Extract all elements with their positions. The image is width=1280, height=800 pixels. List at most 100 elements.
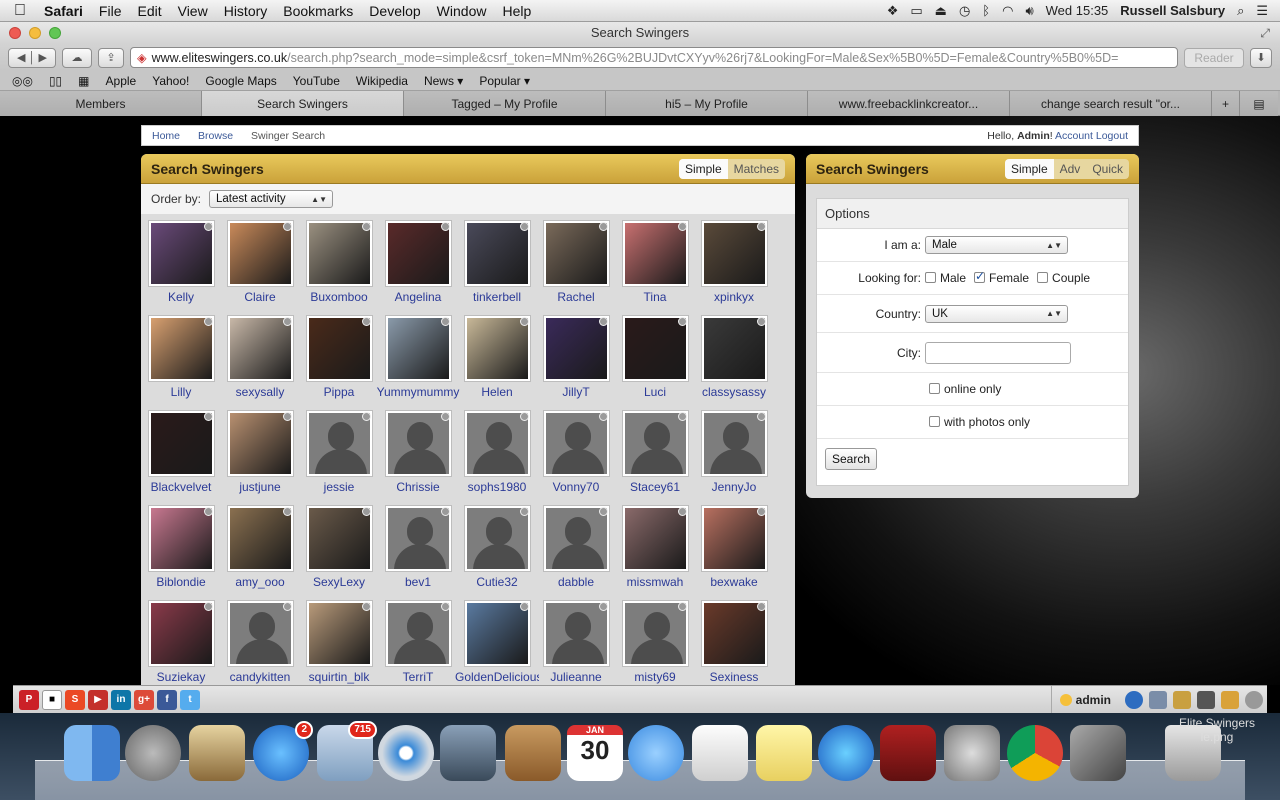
member-card[interactable]: Kelly <box>145 220 215 315</box>
breadcrumb-home[interactable]: Home <box>152 130 198 142</box>
member-username[interactable]: Biblondie <box>141 575 223 589</box>
top-sites-icon[interactable]: ▦ <box>70 74 97 88</box>
zoom-window-icon[interactable] <box>49 27 61 39</box>
member-username[interactable]: jessie <box>297 480 381 494</box>
time-machine-icon[interactable]: ◷ <box>953 3 976 19</box>
member-card[interactable]: Yummymummy <box>377 315 459 410</box>
mail-icon[interactable]: 715 <box>317 721 377 781</box>
bookmark-news[interactable]: News ▾ <box>416 74 471 88</box>
menu-window[interactable]: Window <box>429 3 495 19</box>
bookmark-popular[interactable]: Popular ▾ <box>471 74 538 88</box>
volume-icon[interactable]: 🔊︎ <box>1019 3 1039 19</box>
app-store-icon[interactable]: 2 <box>253 721 313 781</box>
member-username[interactable]: Claire <box>218 290 302 304</box>
member-card[interactable]: sophs1980 <box>461 410 531 505</box>
member-card[interactable]: GoldenDelicious <box>455 600 539 685</box>
iam-select[interactable]: Male ▲▼ <box>925 236 1068 254</box>
member-card[interactable]: Biblondie <box>145 505 215 600</box>
wifi-icon[interactable]: ◠ <box>996 3 1019 19</box>
settings-gear-icon[interactable] <box>1245 690 1263 709</box>
checkbox-male[interactable] <box>925 272 936 283</box>
utilities-icon[interactable] <box>1070 725 1126 781</box>
member-username[interactable]: Lilly <box>141 385 223 399</box>
notifications-icon[interactable] <box>1221 690 1239 709</box>
member-username[interactable]: Julieanne <box>534 670 618 684</box>
member-photo[interactable] <box>148 505 215 572</box>
menu-history[interactable]: History <box>216 3 276 19</box>
member-card[interactable]: xpinkyx <box>698 220 768 315</box>
photo-booth-icon[interactable] <box>880 725 936 781</box>
apple-menu-icon[interactable]:  <box>0 2 36 20</box>
tab-change-search[interactable]: change search result "or... <box>1010 91 1212 116</box>
delicious-icon[interactable]: ■ <box>42 689 62 710</box>
menu-help[interactable]: Help <box>494 3 539 19</box>
member-username[interactable]: Helen <box>455 385 539 399</box>
chrome-icon[interactable] <box>1007 725 1063 781</box>
member-photo[interactable] <box>385 315 452 382</box>
online-only-option[interactable]: online only <box>929 382 1001 396</box>
member-card[interactable]: classysassy <box>698 315 768 410</box>
member-username[interactable]: dabble <box>534 575 618 589</box>
member-username[interactable]: TerriT <box>376 670 460 684</box>
member-username[interactable]: amy_ooo <box>218 575 302 589</box>
menubar-user[interactable]: Russell Salsbury <box>1114 3 1231 18</box>
icloud-tabs-button[interactable]: ☁ <box>62 47 92 68</box>
member-photo[interactable] <box>148 410 215 477</box>
member-photo[interactable] <box>701 315 768 382</box>
itunes-icon[interactable] <box>818 725 874 781</box>
bookmark-youtube[interactable]: YouTube <box>285 74 348 88</box>
member-card[interactable]: Stacey61 <box>619 410 689 505</box>
tab-overview-icon[interactable]: ▤ <box>1240 91 1278 116</box>
windows-icon[interactable] <box>1149 690 1167 709</box>
notes-icon[interactable] <box>756 725 812 781</box>
member-card[interactable]: JillyT <box>540 315 610 410</box>
looking-male[interactable]: Male <box>925 271 966 285</box>
member-card[interactable]: amy_ooo <box>224 505 294 600</box>
facetime-icon[interactable] <box>440 725 496 781</box>
member-photo[interactable] <box>385 505 452 572</box>
member-card[interactable]: Julieanne <box>540 600 610 685</box>
member-photo[interactable] <box>701 600 768 667</box>
member-photo[interactable] <box>543 410 610 477</box>
member-photo[interactable] <box>464 220 531 287</box>
member-username[interactable]: Buxomboo <box>297 290 381 304</box>
bookmarks-book-icon[interactable]: ▯▯ <box>41 74 70 88</box>
checkbox-female[interactable] <box>974 269 985 283</box>
tab-search-quick[interactable]: Quick <box>1086 159 1129 179</box>
member-card[interactable]: Claire <box>224 220 294 315</box>
member-card[interactable]: dabble <box>540 505 610 600</box>
member-card[interactable]: misty69 <box>619 600 689 685</box>
tab-matches[interactable]: Matches <box>728 159 785 179</box>
member-photo[interactable] <box>227 410 294 477</box>
address-book-icon[interactable] <box>505 725 561 781</box>
member-photo[interactable] <box>306 315 373 382</box>
member-photo[interactable] <box>385 410 452 477</box>
member-photo[interactable] <box>148 600 215 667</box>
back-icon[interactable]: ◀ <box>17 51 25 64</box>
member-card[interactable]: Rachel <box>540 220 610 315</box>
member-card[interactable]: justjune <box>224 410 294 505</box>
member-username[interactable]: JennyJo <box>692 480 776 494</box>
back-forward-buttons[interactable]: ◀ │ ▶ <box>8 47 56 68</box>
tab-freebacklink[interactable]: www.freebacklinkcreator... <box>808 91 1010 116</box>
member-card[interactable]: Pippa <box>303 315 373 410</box>
facebook-icon[interactable]: f <box>157 689 177 710</box>
member-photo[interactable] <box>385 600 452 667</box>
member-username[interactable]: Pippa <box>297 385 381 399</box>
image-capture-icon[interactable] <box>189 725 245 781</box>
member-photo[interactable] <box>464 505 531 572</box>
google-plus-icon[interactable]: g+ <box>134 689 154 710</box>
country-select[interactable]: UK ▲▼ <box>925 304 1068 323</box>
member-card[interactable]: missmwah <box>619 505 689 600</box>
member-username[interactable]: Yummymummy <box>376 385 460 399</box>
member-username[interactable]: bexwake <box>692 575 776 589</box>
member-username[interactable]: sophs1980 <box>455 480 539 494</box>
member-username[interactable]: Stacey61 <box>613 480 697 494</box>
member-username[interactable]: Luci <box>613 385 697 399</box>
member-photo[interactable] <box>464 315 531 382</box>
tab-search-simple[interactable]: Simple <box>1004 158 1054 179</box>
new-tab-button[interactable]: + <box>1212 91 1240 116</box>
member-username[interactable]: Blackvelvet <box>141 480 223 494</box>
member-photo[interactable] <box>227 220 294 287</box>
twitter-icon[interactable]: t <box>180 689 200 710</box>
